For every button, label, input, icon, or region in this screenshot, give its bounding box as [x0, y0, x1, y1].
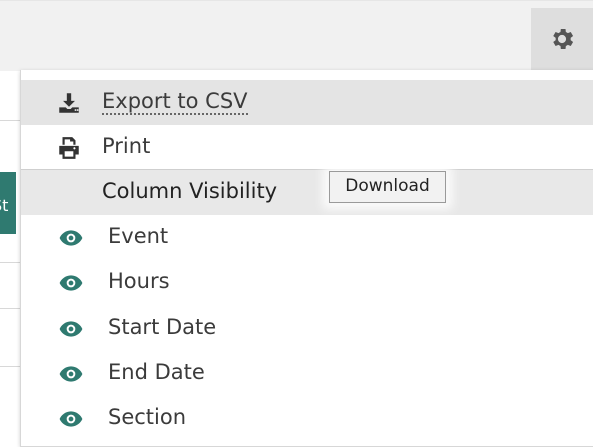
- row-divider: [0, 308, 20, 309]
- column-label: End Date: [108, 360, 205, 384]
- column-label: Event: [108, 224, 169, 248]
- print-icon: [59, 137, 79, 159]
- settings-button[interactable]: [531, 8, 593, 70]
- row-divider: [0, 262, 20, 263]
- download-icon: [59, 93, 79, 113]
- toolbar: [0, 0, 593, 71]
- column-toggle-section[interactable]: Section: [21, 396, 593, 441]
- column-label: Hours: [108, 269, 170, 293]
- export-csv-label: Export to CSV: [102, 89, 248, 115]
- print-label: Print: [102, 134, 151, 158]
- column-label: Section: [108, 405, 187, 429]
- column-toggle-event[interactable]: Event: [21, 215, 593, 260]
- eye-icon: [59, 366, 83, 382]
- column-visibility-header: Column Visibility: [21, 169, 593, 215]
- gear-icon: [553, 28, 574, 50]
- eye-icon: [59, 321, 83, 337]
- column-toggle-end-date[interactable]: End Date: [21, 351, 593, 396]
- background-tab: St: [0, 172, 16, 234]
- column-visibility-label: Column Visibility: [102, 179, 278, 203]
- print-item[interactable]: Print: [21, 125, 593, 170]
- export-csv-item[interactable]: Export to CSV: [21, 80, 593, 125]
- background-tab-label: St: [0, 196, 9, 215]
- dropdown-menu: Export to CSV Print Column Visibility Ev…: [20, 70, 593, 447]
- column-label: Start Date: [108, 315, 217, 339]
- row-divider: [0, 120, 20, 121]
- column-toggle-start-date[interactable]: Start Date: [21, 306, 593, 351]
- download-tooltip: Download: [329, 171, 446, 203]
- eye-icon: [59, 275, 83, 291]
- row-divider: [0, 366, 20, 367]
- eye-icon: [59, 411, 83, 427]
- eye-icon: [59, 230, 83, 246]
- column-toggle-hours[interactable]: Hours: [21, 260, 593, 305]
